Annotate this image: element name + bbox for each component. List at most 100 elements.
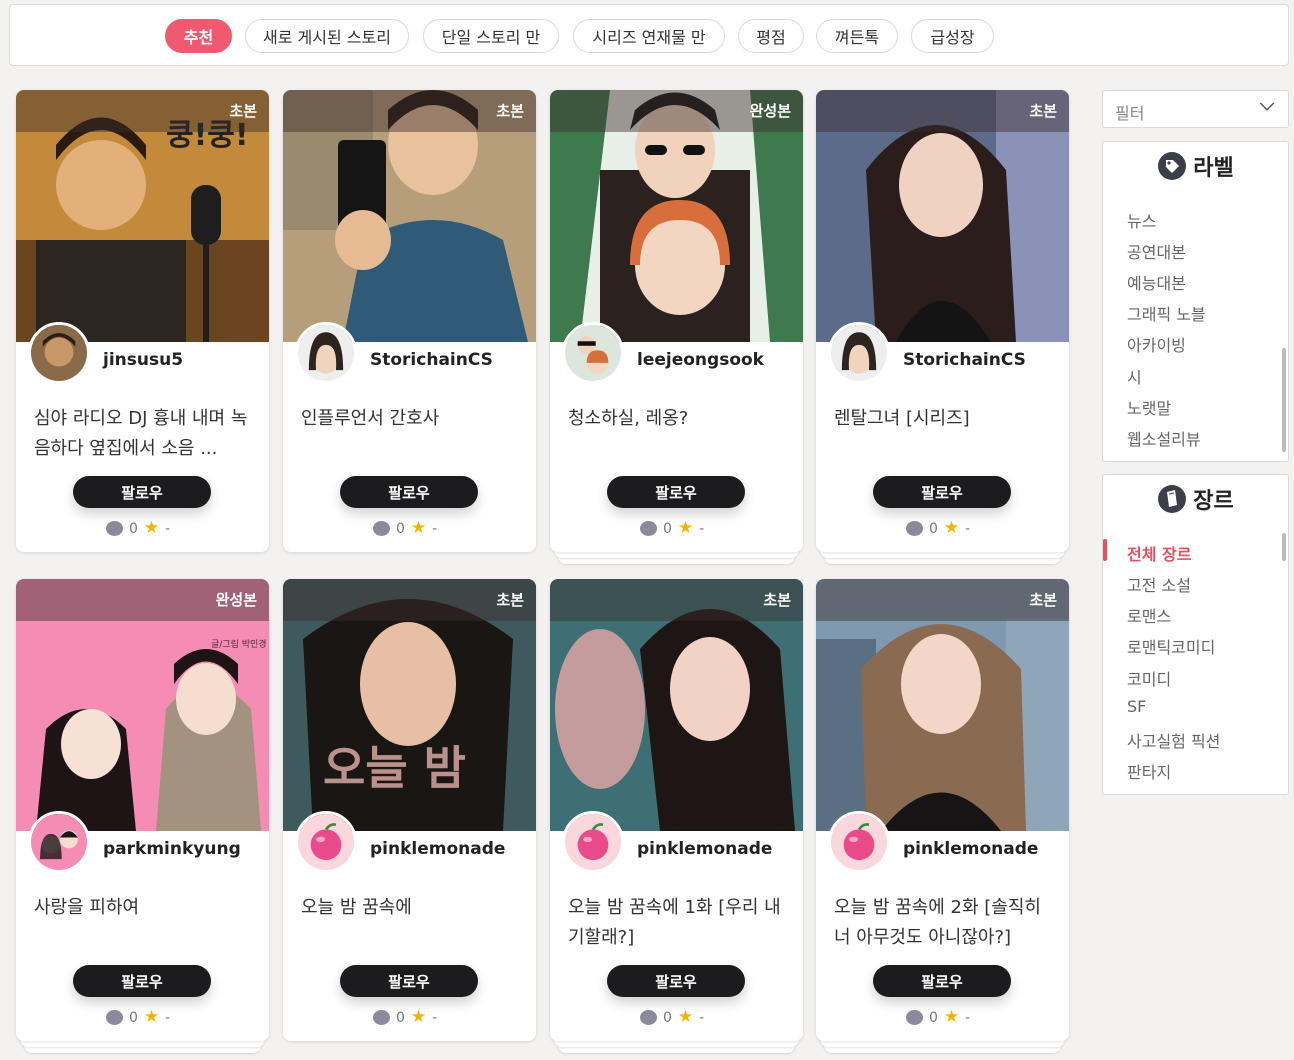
label-scrollbar[interactable] [1282, 348, 1286, 452]
star-icon: ★ [677, 1007, 694, 1027]
story-cover[interactable]: 초본 [283, 90, 536, 342]
genre-panel: 장르 전체 장르 고전 소설 로맨스 로맨틱코미디 코미디 SF 사고실험 픽션… [1102, 474, 1289, 795]
story-stats: 0 ★ - [906, 1009, 970, 1026]
tab-rating[interactable]: 평점 [738, 19, 804, 53]
comment-icon [640, 521, 657, 536]
story-title[interactable]: 사랑을 피하여 [34, 893, 254, 923]
author-name[interactable]: pinklemonade [637, 839, 772, 859]
follow-button[interactable]: 팔로우 [607, 476, 745, 508]
filter-label: 필터 [1115, 104, 1145, 123]
genre-item-sf[interactable]: SF [1127, 697, 1146, 716]
follow-button[interactable]: 팔로우 [340, 965, 478, 997]
genre-item-romantic-comedy[interactable]: 로맨틱코미디 [1127, 634, 1215, 658]
follow-button[interactable]: 팔로우 [340, 476, 478, 508]
genre-item-fantasy[interactable]: 판타지 [1127, 759, 1171, 783]
story-cover[interactable]: 초본 [550, 579, 803, 831]
avatar[interactable] [28, 811, 90, 873]
author-name[interactable]: StorichainCS [903, 350, 1026, 370]
status-badge: 초본 [1029, 102, 1057, 120]
story-title[interactable]: 청소하실, 레옹? [568, 404, 788, 434]
author-name[interactable]: jinsusu5 [103, 350, 183, 370]
story-card[interactable]: 초본 StorichainCS 렌탈그녀 [시리즈] 팔로우 0 ★ - [816, 90, 1069, 564]
rating-value: - [699, 520, 705, 537]
comment-icon [106, 521, 123, 536]
genre-scrollbar[interactable] [1282, 533, 1286, 561]
label-item-archiving[interactable]: 아카이빙 [1127, 332, 1186, 356]
author-name[interactable]: pinklemonade [903, 839, 1038, 859]
label-item-variety-script[interactable]: 예능대본 [1127, 270, 1186, 294]
tab-newly-posted[interactable]: 새로 게시된 스토리 [245, 19, 409, 53]
story-card[interactable]: 완성본 leejeongsook 청소하실, 레옹? 팔로우 0 ★ - [550, 90, 803, 564]
story-cover[interactable]: 글/그림 박민경 완성본 [16, 579, 269, 831]
filter-dropdown[interactable]: 필터 [1102, 90, 1289, 128]
story-title[interactable]: 렌탈그녀 [시리즈] [834, 404, 1054, 434]
avatar[interactable] [295, 811, 357, 873]
label-item-news[interactable]: 뉴스 [1127, 208, 1156, 232]
tab-series[interactable]: 시리즈 연재물 만 [573, 19, 725, 53]
follow-button[interactable]: 팔로우 [73, 965, 211, 997]
star-icon: ★ [943, 1007, 960, 1027]
story-cover[interactable]: 초본 [816, 90, 1069, 342]
genre-item-all[interactable]: 전체 장르 [1127, 541, 1191, 565]
follow-button[interactable]: 팔로우 [873, 965, 1011, 997]
story-stats: 0 ★ - [373, 520, 437, 537]
story-title[interactable]: 인플루언서 간호사 [301, 404, 521, 434]
story-cover[interactable]: 초본 [816, 579, 1069, 831]
comment-icon [373, 1010, 390, 1025]
story-cover[interactable]: 쿵!쿵! 초본 [16, 90, 269, 342]
tab-rising[interactable]: 급성장 [911, 19, 994, 53]
story-cover[interactable]: 오늘 밤 초본 [283, 579, 536, 831]
label-item-lyrics[interactable]: 노랫말 [1127, 395, 1171, 419]
label-item-graphic-novel[interactable]: 그래픽 노블 [1127, 301, 1206, 325]
tab-recommended[interactable]: 추천 [165, 19, 232, 53]
avatar[interactable] [828, 811, 890, 873]
status-badge: 초본 [229, 102, 257, 120]
author-name[interactable]: StorichainCS [370, 350, 493, 370]
author-name[interactable]: parkminkyung [103, 839, 241, 859]
comment-count: 0 [929, 1009, 938, 1026]
story-card[interactable]: 초본 StorichainCS 인플루언서 간호사 팔로우 0 ★ - [283, 90, 536, 552]
comment-icon [906, 521, 923, 536]
genre-item-romance[interactable]: 로맨스 [1127, 603, 1171, 627]
author-name[interactable]: leejeongsook [637, 350, 764, 370]
status-badge: 완성본 [215, 591, 257, 609]
story-stats: 0 ★ - [640, 520, 704, 537]
follow-button[interactable]: 팔로우 [873, 476, 1011, 508]
author-name[interactable]: pinklemonade [370, 839, 505, 859]
genre-item-thought-experiment[interactable]: 사고실험 픽션 [1127, 728, 1220, 752]
star-icon: ★ [410, 1007, 427, 1027]
avatar[interactable] [562, 811, 624, 873]
story-title[interactable]: 심야 라디오 DJ 흉내 내며 녹음하다 옆집에서 소음 ... [34, 404, 254, 464]
label-item-stage-script[interactable]: 공연대본 [1127, 239, 1186, 263]
story-card[interactable]: 오늘 밤 초본 pinklemonade 오늘 밤 꿈속에 팔로우 0 ★ - [283, 579, 536, 1041]
story-cover[interactable]: 완성본 [550, 90, 803, 342]
story-card[interactable]: 쿵!쿵! 초본 jinsusu5 심야 라디오 DJ 흉내 내며 녹음하다 옆집… [16, 90, 269, 552]
genre-item-classic-novel[interactable]: 고전 소설 [1127, 572, 1191, 596]
rating-value: - [432, 1009, 438, 1026]
cover-credit: 글/그림 박민경 [211, 638, 267, 650]
story-title[interactable]: 오늘 밤 꿈속에 [301, 893, 521, 923]
story-title[interactable]: 오늘 밤 꿈속에 2화 [솔직히 너 아무것도 아니잖아?] [834, 893, 1054, 953]
story-title[interactable]: 오늘 밤 꿈속에 1화 [우리 내 기할래?] [568, 893, 788, 953]
story-stats: 0 ★ - [906, 520, 970, 537]
status-badge: 초본 [496, 591, 524, 609]
story-card[interactable]: 글/그림 박민경 완성본 parkminkyung 사랑을 피하여 팔로우 0 … [16, 579, 269, 1053]
story-card[interactable]: 초본 pinklemonade 오늘 밤 꿈속에 2화 [솔직히 너 아무것도 … [816, 579, 1069, 1053]
comment-icon [373, 521, 390, 536]
comment-count: 0 [396, 520, 405, 537]
label-item-poem[interactable]: 시 [1127, 364, 1142, 388]
avatar[interactable] [562, 322, 624, 384]
follow-button[interactable]: 팔로우 [607, 965, 745, 997]
tab-kkyeodeuntok[interactable]: 껴든톡 [816, 19, 898, 53]
status-badge: 초본 [763, 591, 791, 609]
label-item-webnovel-review[interactable]: 웹소설리뷰 [1127, 426, 1201, 450]
comment-icon [906, 1010, 923, 1025]
story-card[interactable]: 초본 pinklemonade 오늘 밤 꿈속에 1화 [우리 내 기할래?] … [550, 579, 803, 1053]
avatar[interactable] [828, 322, 890, 384]
avatar[interactable] [295, 322, 357, 384]
chevron-down-icon [1259, 102, 1275, 111]
tab-single-stories[interactable]: 단일 스토리 만 [423, 19, 559, 53]
genre-item-comedy[interactable]: 코미디 [1127, 666, 1171, 690]
avatar[interactable] [28, 322, 90, 384]
follow-button[interactable]: 팔로우 [73, 476, 211, 508]
